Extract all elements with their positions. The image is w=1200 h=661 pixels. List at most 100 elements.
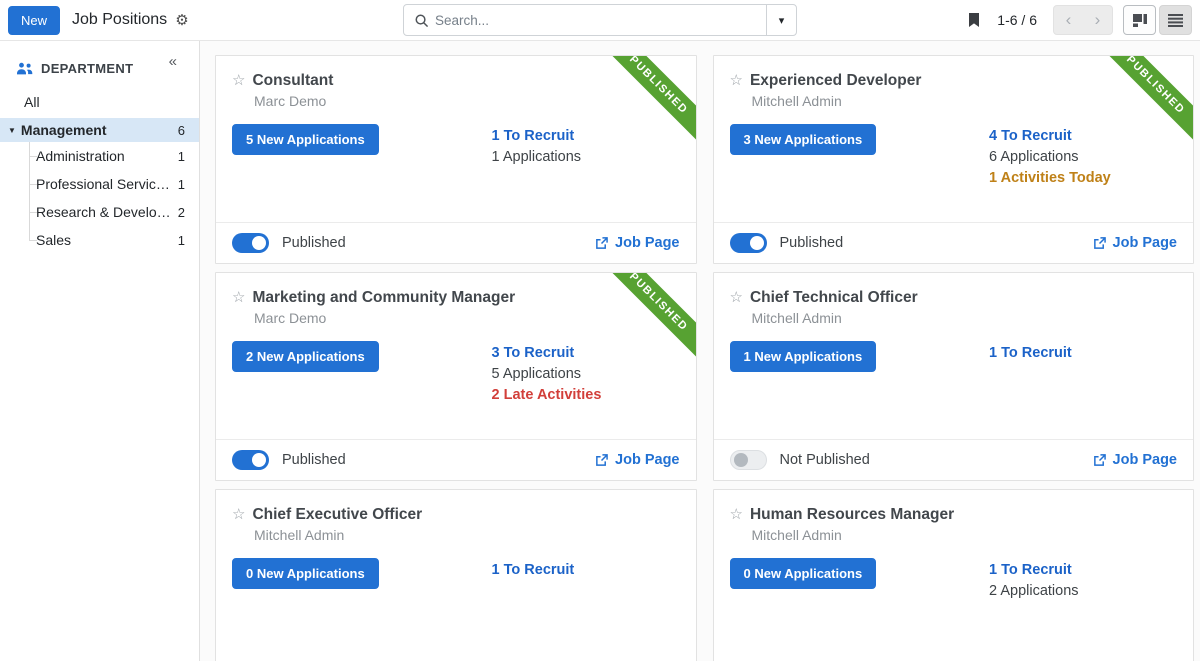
kanban-grid: PUBLISHED ☆ Consultant Marc Demo 5 New A… xyxy=(215,55,1194,661)
new-applications-button[interactable]: 0 New Applications xyxy=(232,558,379,589)
published-toggle[interactable] xyxy=(730,233,767,253)
caret-expanded-icon[interactable]: ▼ xyxy=(8,126,16,135)
sidebar-child-label: Administration xyxy=(36,148,125,164)
sidebar-child-label: Research & Develo… xyxy=(36,204,171,220)
applications-stat: 6 Applications xyxy=(989,147,1177,168)
job-title[interactable]: Consultant xyxy=(252,72,333,90)
job-recruiter: Mitchell Admin xyxy=(752,527,1178,543)
favorite-star-icon[interactable]: ☆ xyxy=(730,71,743,89)
favorite-star-icon[interactable]: ☆ xyxy=(232,71,245,89)
job-recruiter: Mitchell Admin xyxy=(752,310,1178,326)
sidebar-group-count: 6 xyxy=(178,123,185,138)
search-dropdown-toggle[interactable]: ▾ xyxy=(766,5,796,35)
pager-previous-button[interactable]: ‹ xyxy=(1054,6,1083,34)
department-users-icon xyxy=(16,62,33,76)
published-label: Published xyxy=(282,452,346,468)
sidebar-item-sales[interactable]: Sales 1 xyxy=(0,226,199,254)
new-applications-button[interactable]: 5 New Applications xyxy=(232,124,379,155)
list-view-icon xyxy=(1168,13,1183,27)
job-title[interactable]: Human Resources Manager xyxy=(750,506,954,524)
published-toggle[interactable] xyxy=(232,450,269,470)
sidebar-item-all[interactable]: All xyxy=(0,86,199,118)
published-label: Published xyxy=(282,235,346,251)
sidebar-children: Administration 1 Professional Servic… 1 … xyxy=(0,142,199,254)
published-label: Published xyxy=(780,235,844,251)
to-recruit-stat[interactable]: 1 To Recruit xyxy=(989,560,1177,581)
job-title[interactable]: Experienced Developer xyxy=(750,72,921,90)
caret-down-icon: ▾ xyxy=(779,14,785,27)
external-link-icon xyxy=(595,454,608,467)
pager-count: 1-6 / 6 xyxy=(997,12,1037,28)
pager-next-button[interactable]: › xyxy=(1083,6,1112,34)
job-card-consultant[interactable]: PUBLISHED ☆ Consultant Marc Demo 5 New A… xyxy=(215,55,697,264)
to-recruit-stat[interactable]: 1 To Recruit xyxy=(492,126,680,147)
published-toggle[interactable] xyxy=(730,450,767,470)
sidebar-header-label: DEPARTMENT xyxy=(41,61,133,76)
view-switcher xyxy=(1123,5,1192,35)
sidebar-item-research-development[interactable]: Research & Develo… 2 xyxy=(0,198,199,226)
job-recruiter: Mitchell Admin xyxy=(752,93,1178,109)
top-bar: New Job Positions ⚙ ▾ 1-6 / 6 ‹ › xyxy=(0,0,1200,41)
to-recruit-stat[interactable]: 1 To Recruit xyxy=(492,560,680,581)
job-card-marketing-community-manager[interactable]: PUBLISHED ☆ Marketing and Community Mana… xyxy=(215,272,697,481)
job-card-experienced-developer[interactable]: PUBLISHED ☆ Experienced Developer Mitche… xyxy=(713,55,1195,264)
list-view-button[interactable] xyxy=(1159,5,1192,35)
kanban-view-icon xyxy=(1132,13,1148,28)
job-card-chief-technical-officer[interactable]: ☆ Chief Technical Officer Mitchell Admin… xyxy=(713,272,1195,481)
published-toggle[interactable] xyxy=(232,233,269,253)
new-button[interactable]: New xyxy=(8,6,60,35)
new-applications-button[interactable]: 1 New Applications xyxy=(730,341,877,372)
job-card-chief-executive-officer[interactable]: ☆ Chief Executive Officer Mitchell Admin… xyxy=(215,489,697,661)
sidebar-item-professional-services[interactable]: Professional Servic… 1 xyxy=(0,170,199,198)
published-label: Not Published xyxy=(780,452,870,468)
new-applications-button[interactable]: 3 New Applications xyxy=(730,124,877,155)
job-title[interactable]: Marketing and Community Manager xyxy=(252,289,515,307)
to-recruit-stat[interactable]: 3 To Recruit xyxy=(492,343,680,364)
kanban-view-button[interactable] xyxy=(1123,5,1156,35)
sidebar-item-administration[interactable]: Administration 1 xyxy=(0,142,199,170)
job-title[interactable]: Chief Technical Officer xyxy=(750,289,918,307)
search-icon xyxy=(414,13,429,28)
search-box[interactable]: ▾ xyxy=(403,4,797,36)
external-link-icon xyxy=(1093,454,1106,467)
applications-stat: 5 Applications xyxy=(492,364,680,385)
sidebar-group-label: Management xyxy=(21,122,107,138)
late-activities-stat[interactable]: 2 Late Activities xyxy=(492,385,680,406)
job-page-label: Job Page xyxy=(1113,235,1177,251)
favorite-star-icon[interactable]: ☆ xyxy=(232,505,245,523)
favorite-star-icon[interactable]: ☆ xyxy=(232,288,245,306)
job-recruiter: Mitchell Admin xyxy=(254,527,680,543)
sidebar-child-count: 1 xyxy=(178,149,185,164)
job-page-label: Job Page xyxy=(615,235,679,251)
department-sidebar: « DEPARTMENT All ▼ Management 6 Administ… xyxy=(0,41,200,661)
to-recruit-stat[interactable]: 1 To Recruit xyxy=(989,343,1177,364)
favorite-star-icon[interactable]: ☆ xyxy=(730,505,743,523)
applications-stat: 2 Applications xyxy=(989,581,1177,602)
sidebar-child-count: 2 xyxy=(178,205,185,220)
job-page-link[interactable]: Job Page xyxy=(1093,452,1177,468)
favorite-star-icon[interactable]: ☆ xyxy=(730,288,743,306)
activities-today-stat[interactable]: 1 Activities Today xyxy=(989,168,1177,189)
gear-icon[interactable]: ⚙ xyxy=(175,11,188,29)
sidebar-collapse-icon[interactable]: « xyxy=(169,53,177,70)
applications-stat: 1 Applications xyxy=(492,147,680,168)
external-link-icon xyxy=(595,237,608,250)
job-page-label: Job Page xyxy=(1113,452,1177,468)
bookmark-icon[interactable] xyxy=(967,12,981,28)
to-recruit-stat[interactable]: 4 To Recruit xyxy=(989,126,1177,147)
job-page-label: Job Page xyxy=(615,452,679,468)
sidebar-child-count: 1 xyxy=(178,233,185,248)
search-input[interactable] xyxy=(435,13,766,28)
job-title[interactable]: Chief Executive Officer xyxy=(252,506,422,524)
job-page-link[interactable]: Job Page xyxy=(595,452,679,468)
job-page-link[interactable]: Job Page xyxy=(595,235,679,251)
new-applications-button[interactable]: 0 New Applications xyxy=(730,558,877,589)
sidebar-item-management[interactable]: ▼ Management 6 xyxy=(0,118,199,142)
job-page-link[interactable]: Job Page xyxy=(1093,235,1177,251)
new-applications-button[interactable]: 2 New Applications xyxy=(232,341,379,372)
pager-nav: ‹ › xyxy=(1053,5,1113,35)
sidebar-child-label: Professional Servic… xyxy=(36,176,170,192)
job-card-human-resources-manager[interactable]: ☆ Human Resources Manager Mitchell Admin… xyxy=(713,489,1195,661)
kanban-content: PUBLISHED ☆ Consultant Marc Demo 5 New A… xyxy=(200,41,1200,661)
topbar-right: 1-6 / 6 ‹ › xyxy=(967,5,1192,35)
